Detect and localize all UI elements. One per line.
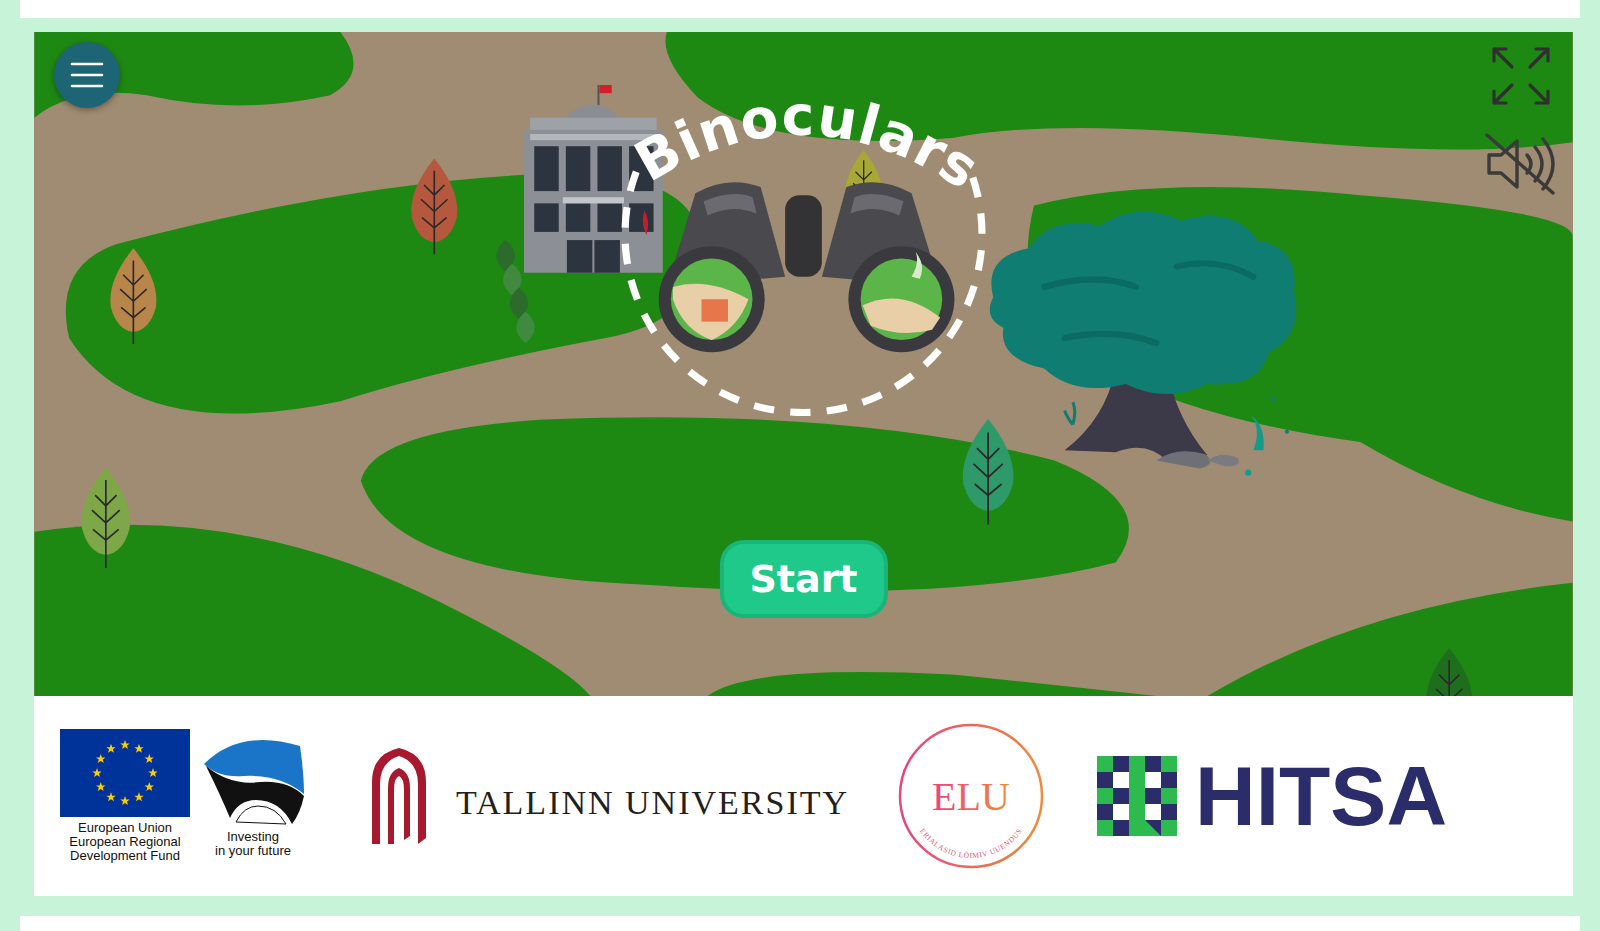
- tree: [82, 467, 130, 568]
- game-area: Binoculars Start: [34, 32, 1573, 696]
- hitsa-logo: HITSA: [1097, 750, 1447, 842]
- game-frame: Binoculars Start European UnionEuropean Re…: [34, 32, 1573, 896]
- fullscreen-button[interactable]: [1483, 42, 1559, 110]
- tree: [963, 419, 1014, 524]
- grass-areas: [34, 32, 1572, 696]
- fullscreen-icon: [1490, 45, 1552, 107]
- page: Binoculars Start European UnionEuropean Re…: [0, 0, 1600, 931]
- elu-logo-group: ELU ERIALASID LÕIMIV UUENDUS: [897, 722, 1045, 870]
- tallinn-university-logo: [368, 748, 430, 844]
- corner-tools: [1483, 42, 1559, 198]
- menu-button[interactable]: [54, 42, 120, 108]
- elu-logo: ELU ERIALASID LÕIMIV UUENDUS: [897, 722, 1045, 870]
- estonia-logo-group: Investingin your future: [200, 734, 306, 859]
- bottom-strip: [20, 916, 1580, 931]
- tree: [1426, 648, 1472, 696]
- binoculars-icon: [659, 182, 955, 352]
- top-strip: [20, 0, 1580, 18]
- university-logo: TALLINN UNIVERSITY: [368, 748, 849, 844]
- eu-flag-logo: [60, 729, 190, 817]
- tree: [110, 248, 156, 344]
- start-button[interactable]: Start: [719, 540, 887, 618]
- museum-building: [524, 85, 663, 273]
- svg-text:ERIALASID LÕIMIV UUENDUS: ERIALASID LÕIMIV UUENDUS: [918, 827, 1024, 860]
- sponsor-logos: European UnionEuropean RegionalDevelopme…: [34, 696, 1573, 896]
- hitsa-name: HITSA: [1195, 750, 1447, 842]
- menu-icon: [70, 61, 104, 89]
- eu-caption: European UnionEuropean RegionalDevelopme…: [69, 821, 180, 864]
- estonia-logo: [200, 734, 306, 826]
- dashed-circle: [625, 172, 982, 413]
- eu-logo: European UnionEuropean RegionalDevelopme…: [60, 729, 190, 864]
- hitsa-logo-mark: [1097, 756, 1177, 836]
- estonia-caption: Investingin your future: [215, 830, 291, 859]
- big-tree: [990, 212, 1297, 476]
- tree: [411, 158, 457, 254]
- university-name: TALLINN UNIVERSITY: [456, 770, 849, 822]
- sound-muted-icon: [1483, 131, 1559, 197]
- game-title: Binoculars: [624, 84, 991, 202]
- sound-button[interactable]: [1483, 130, 1559, 198]
- svg-text:ELU: ELU: [932, 774, 1010, 819]
